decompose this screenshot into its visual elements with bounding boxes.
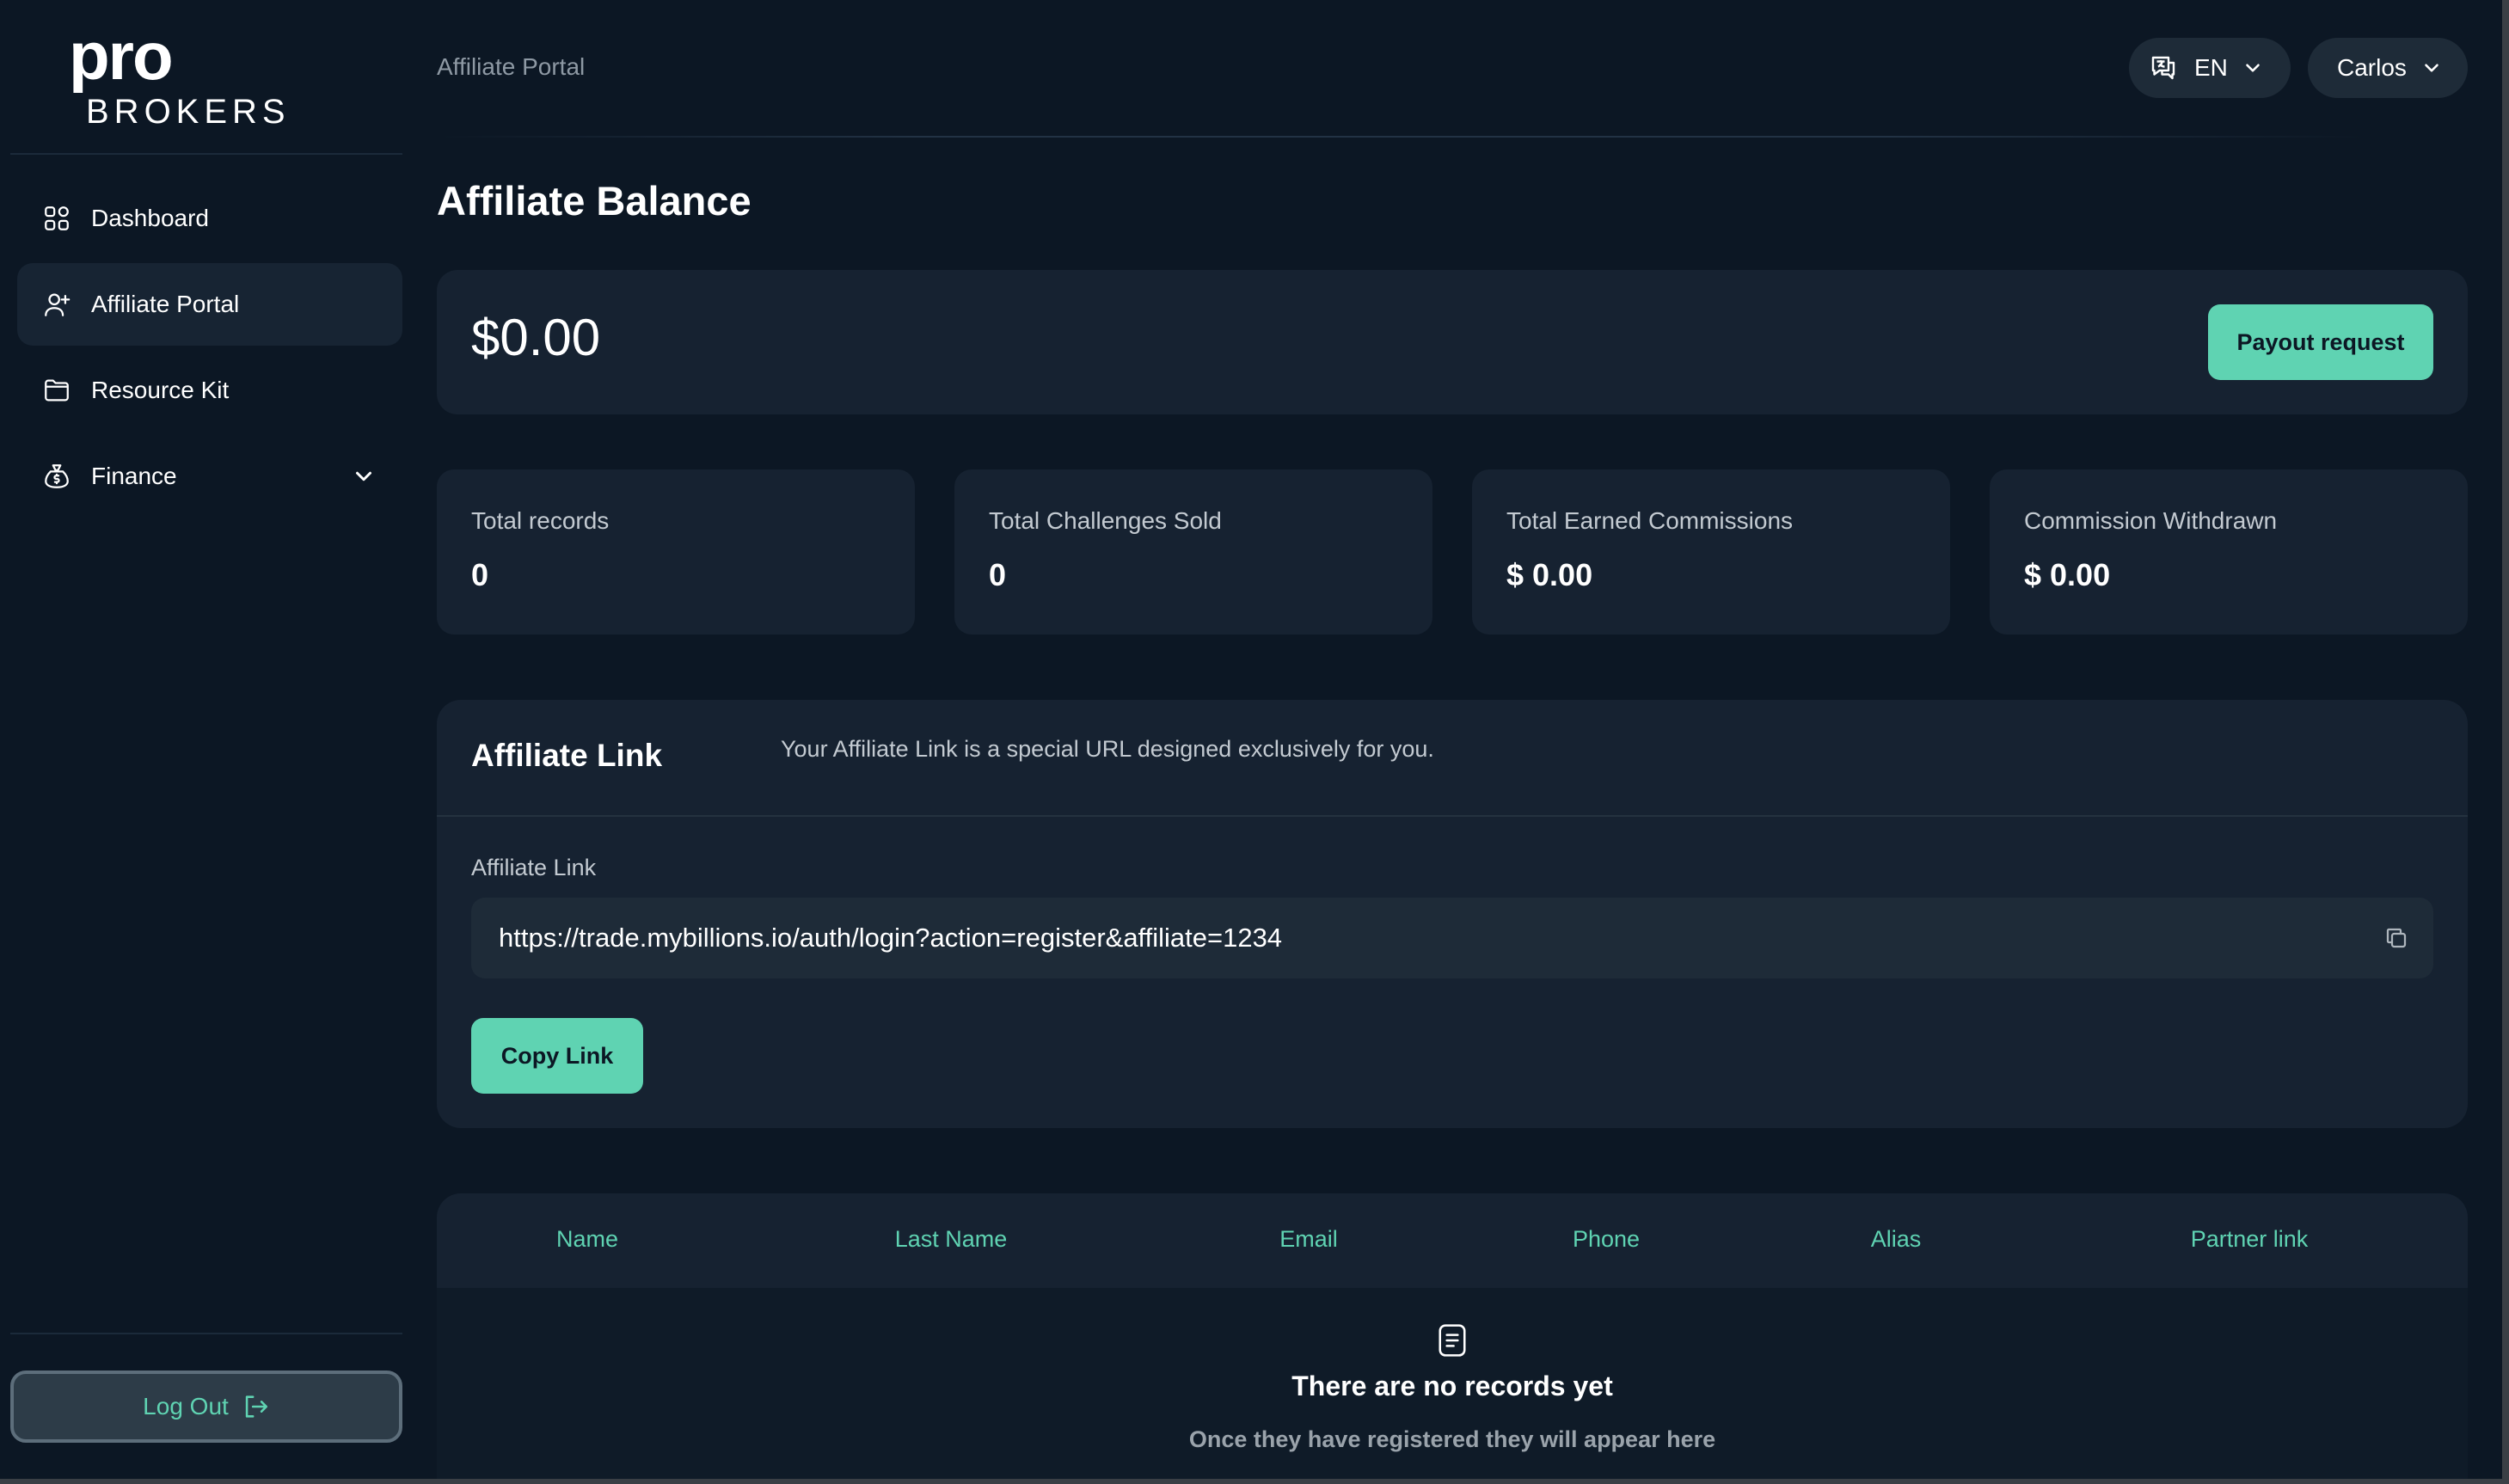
- records-table: Name Last Name Email Phone Alias Partner…: [437, 1193, 2468, 1484]
- app-window: pro BROKERS Dashboard Affiliate Portal R…: [0, 0, 2509, 1484]
- column-header-name[interactable]: Name: [556, 1226, 618, 1253]
- stat-label: Total records: [471, 507, 610, 534]
- user-name: Carlos: [2337, 54, 2407, 81]
- stats-row: Total records 0 Total Challenges Sold 0 …: [437, 469, 2468, 635]
- language-label: EN: [2194, 54, 2228, 81]
- sidebar-divider: [10, 1333, 402, 1334]
- svg-text:BROKERS: BROKERS: [86, 93, 291, 129]
- translate-icon: [2151, 56, 2175, 80]
- stat-card-challenges-sold: Total Challenges Sold 0: [954, 469, 1432, 635]
- stat-value: $ 0.00: [1506, 557, 1593, 592]
- empty-state-title: There are no records yet: [1291, 1371, 1613, 1401]
- column-header-partner-link[interactable]: Partner link: [2191, 1226, 2309, 1253]
- sidebar-divider: [10, 153, 402, 155]
- chevron-down-icon: [2425, 64, 2438, 72]
- stat-label: Total Earned Commissions: [1506, 507, 1794, 534]
- affiliate-link-title: Affiliate Link: [471, 738, 663, 773]
- table-header: Name Last Name Email Phone Alias Partner…: [437, 1193, 2468, 1288]
- balance-amount: $0.00: [471, 309, 601, 366]
- affiliate-link-description: Your Affiliate Link is a special URL des…: [781, 736, 1434, 762]
- affiliate-link-card: Affiliate Link Your Affiliate Link is a …: [437, 700, 2468, 1128]
- sidebar: pro BROKERS Dashboard Affiliate Portal R…: [0, 0, 411, 1484]
- breadcrumb: Affiliate Portal: [437, 53, 586, 80]
- stat-label: Commission Withdrawn: [2024, 507, 2278, 534]
- column-header-alias[interactable]: Alias: [1871, 1226, 1922, 1253]
- balance-card: $0.00 Payout request: [437, 270, 2468, 414]
- sidebar-item-label: Finance: [91, 463, 177, 489]
- sidebar-item-label: Affiliate Portal: [91, 291, 240, 317]
- copy-link-button[interactable]: Copy Link: [471, 1018, 643, 1094]
- stat-card-earned-commissions: Total Earned Commissions $ 0.00: [1472, 469, 1950, 635]
- stat-label: Total Challenges Sold: [989, 507, 1222, 534]
- brand-logo[interactable]: pro BROKERS: [69, 18, 353, 131]
- probrokers-logo-icon: pro BROKERS: [69, 18, 291, 131]
- header-divider: [439, 136, 2365, 138]
- language-selector[interactable]: EN: [2129, 38, 2291, 98]
- card-divider: [437, 815, 2468, 817]
- affiliate-link-url[interactable]: https://trade.mybillions.io/auth/login?a…: [499, 923, 2383, 954]
- column-header-email[interactable]: Email: [1279, 1226, 1338, 1253]
- user-plus-icon: [41, 289, 72, 320]
- sidebar-item-label: Resource Kit: [91, 377, 230, 403]
- logout-label: Log Out: [143, 1393, 229, 1420]
- column-header-last-name[interactable]: Last Name: [895, 1226, 1008, 1253]
- empty-state: There are no records yet Once they have …: [437, 1322, 2468, 1453]
- sidebar-item-dashboard[interactable]: Dashboard: [17, 177, 402, 260]
- column-header-phone[interactable]: Phone: [1573, 1226, 1640, 1253]
- logout-button[interactable]: Log Out: [10, 1371, 402, 1443]
- copy-icon[interactable]: [2383, 925, 2409, 951]
- page-title: Affiliate Balance: [437, 178, 751, 224]
- stat-value: $ 0.00: [2024, 557, 2111, 592]
- logout-icon: [245, 1395, 267, 1418]
- dashboard-grid-icon: [41, 203, 72, 234]
- svg-text:pro: pro: [69, 26, 172, 94]
- sidebar-item-label: Dashboard: [91, 205, 209, 231]
- document-list-icon: [1439, 1324, 1466, 1357]
- sidebar-item-affiliate-portal[interactable]: Affiliate Portal: [17, 263, 402, 346]
- stat-card-commission-withdrawn: Commission Withdrawn $ 0.00: [1990, 469, 2468, 635]
- affiliate-link-field[interactable]: https://trade.mybillions.io/auth/login?a…: [471, 898, 2433, 978]
- chevron-down-icon[interactable]: [351, 463, 377, 489]
- sidebar-item-finance[interactable]: Finance: [17, 435, 402, 518]
- sidebar-nav: Dashboard Affiliate Portal Resource Kit: [17, 177, 402, 521]
- stat-value: 0: [471, 557, 489, 592]
- payout-request-button[interactable]: Payout request: [2208, 304, 2433, 380]
- money-bag-icon: [41, 461, 72, 492]
- window-edge-bottom: [0, 1479, 2509, 1484]
- window-edge-right: [2502, 0, 2509, 1484]
- affiliate-link-field-label: Affiliate Link: [471, 855, 597, 880]
- user-menu-button[interactable]: Carlos: [2308, 38, 2468, 98]
- folder-icon: [41, 375, 72, 406]
- empty-state-subtitle: Once they have registered they will appe…: [1188, 1426, 1716, 1452]
- stat-card-total-records: Total records 0: [437, 469, 915, 635]
- chevron-down-icon: [2246, 64, 2260, 72]
- sidebar-item-resource-kit[interactable]: Resource Kit: [17, 349, 402, 432]
- stat-value: 0: [989, 557, 1007, 592]
